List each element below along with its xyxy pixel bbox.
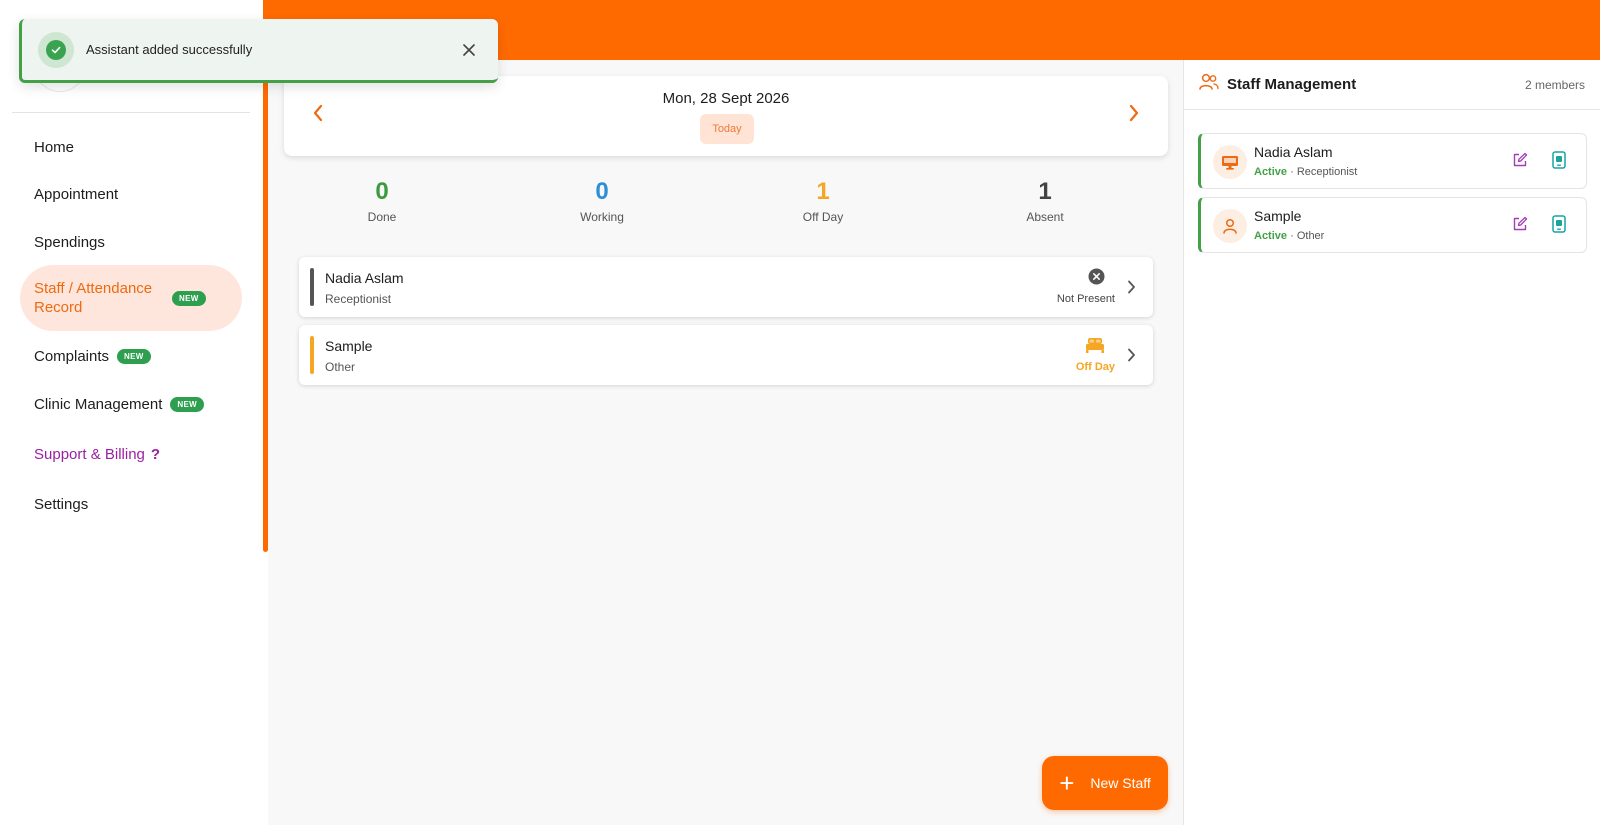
staff-management-panel: Staff Management 2 members Nadia Aslam A…	[1183, 60, 1600, 825]
close-icon[interactable]	[458, 39, 480, 61]
staff-name: Nadia Aslam	[1254, 144, 1333, 160]
monitor-icon	[1213, 145, 1247, 179]
sidebar-item-label: Spendings	[34, 233, 105, 251]
staff-card[interactable]: Sample Active · Other	[1198, 197, 1587, 253]
date-navigator: Mon, 28 Sept 2026 Today	[284, 76, 1168, 156]
chevron-right-icon	[1123, 345, 1139, 365]
staff-name: Nadia Aslam	[325, 270, 404, 286]
new-badge: NEW	[117, 348, 151, 364]
staff-card[interactable]: Nadia Aslam Active · Receptionist	[1198, 133, 1587, 189]
new-badge: NEW	[170, 396, 204, 412]
stat-label: Off Day	[802, 210, 844, 224]
today-button[interactable]: Today	[700, 114, 754, 144]
status-active: Active	[1254, 230, 1288, 242]
member-count: 2 members	[1524, 77, 1585, 92]
staff-name: Sample	[1254, 208, 1302, 224]
sidebar: Home Appointment Spendings Staff / Atten…	[0, 0, 263, 830]
stat-label: Working	[580, 210, 624, 224]
sidebar-item-label: Home	[34, 138, 75, 156]
user-icon	[1213, 209, 1247, 243]
bed-icon	[1085, 337, 1105, 358]
edit-icon	[1512, 152, 1528, 173]
sidebar-item-settings[interactable]: Settings	[20, 491, 242, 517]
edit-icon	[1512, 216, 1528, 237]
chevron-right-icon	[1128, 104, 1140, 127]
stat-value: 0	[595, 178, 609, 205]
stat-value: 1	[1038, 178, 1052, 205]
chevron-right-icon	[1123, 277, 1139, 297]
attendance-stats: 0 Done 0 Working 1 Off Day 1 Absent	[284, 178, 1168, 228]
sidebar-item-label: Settings	[34, 495, 89, 513]
new-staff-label: New Staff	[1090, 775, 1151, 791]
status-active: Active	[1254, 166, 1288, 178]
stat-off-day: 1 Off Day	[763, 178, 883, 224]
staff-meta: Active · Other	[1254, 230, 1324, 242]
separator: ·	[1290, 166, 1297, 178]
check-circle-icon	[38, 31, 74, 68]
panel-title: Staff Management	[1227, 76, 1357, 93]
stat-done: 0 Done	[322, 178, 442, 224]
stat-value: 1	[816, 178, 830, 205]
staff-name: Sample	[325, 338, 373, 354]
staff-meta: Active · Receptionist	[1254, 166, 1357, 178]
new-staff-button[interactable]: + New Staff	[1042, 756, 1168, 810]
edit-button[interactable]	[1509, 151, 1531, 173]
attendance-row[interactable]: Sample Other Off Day	[299, 325, 1153, 385]
sidebar-item-label: Clinic Management	[34, 395, 163, 413]
users-icon	[1199, 73, 1219, 96]
status-text: Off Day	[1075, 361, 1115, 373]
question-icon: ?	[150, 445, 161, 463]
sidebar-item-staff-attendance[interactable]: Staff / Attendance Record NEW	[20, 265, 242, 331]
staff-role: Receptionist	[1296, 166, 1358, 178]
success-toast: Assistant added successfully	[19, 19, 498, 83]
attendance-status: Off Day	[995, 337, 1115, 373]
date-title: Mon, 28 Sept 2026	[662, 90, 790, 107]
sidebar-item-home[interactable]: Home	[20, 134, 242, 160]
status-indicator-bar	[310, 336, 314, 374]
stat-working: 0 Working	[542, 178, 662, 224]
attendance-status: Not Present	[995, 268, 1115, 305]
status-indicator-bar	[310, 268, 314, 306]
sidebar-item-clinic-management[interactable]: Clinic Management NEW	[20, 391, 242, 417]
staff-role: Other	[1296, 230, 1325, 242]
phone-icon	[1552, 214, 1566, 238]
stat-absent: 1 Absent	[985, 178, 1105, 224]
phone-icon	[1552, 150, 1566, 174]
attendance-row[interactable]: Nadia Aslam Receptionist Not Present	[299, 257, 1153, 317]
sidebar-item-label: Complaints	[34, 347, 110, 365]
sidebar-item-label: Staff / Attendance Record	[34, 280, 153, 316]
staff-role: Other	[325, 360, 356, 374]
toast-message: Assistant added successfully	[86, 42, 253, 57]
x-circle-icon	[1088, 268, 1105, 290]
sidebar-divider	[12, 112, 250, 113]
sidebar-item-complaints[interactable]: Complaints NEW	[20, 343, 242, 369]
separator: ·	[1290, 230, 1297, 242]
phone-button[interactable]	[1548, 150, 1570, 174]
stat-label: Absent	[1026, 210, 1064, 224]
staff-role: Receptionist	[325, 292, 392, 306]
new-badge: NEW	[172, 290, 206, 306]
sidebar-item-spendings[interactable]: Spendings	[20, 229, 242, 255]
stat-value: 0	[375, 178, 389, 205]
plus-icon: +	[1059, 768, 1075, 798]
stat-label: Done	[367, 210, 397, 224]
sidebar-item-label: Appointment	[34, 185, 119, 203]
sidebar-item-appointment[interactable]: Appointment	[20, 181, 242, 207]
sidebar-item-support-billing[interactable]: Support & Billing ?	[20, 441, 242, 467]
edit-button[interactable]	[1509, 215, 1531, 237]
sidebar-item-label: Support & Billing	[34, 445, 145, 463]
next-day-button[interactable]	[1122, 102, 1146, 128]
attendance-main: Mon, 28 Sept 2026 Today 0 Done 0 Working…	[268, 60, 1183, 825]
status-text: Not Present	[1056, 293, 1115, 305]
panel-header: Staff Management 2 members	[1184, 60, 1600, 110]
phone-button[interactable]	[1548, 214, 1570, 238]
